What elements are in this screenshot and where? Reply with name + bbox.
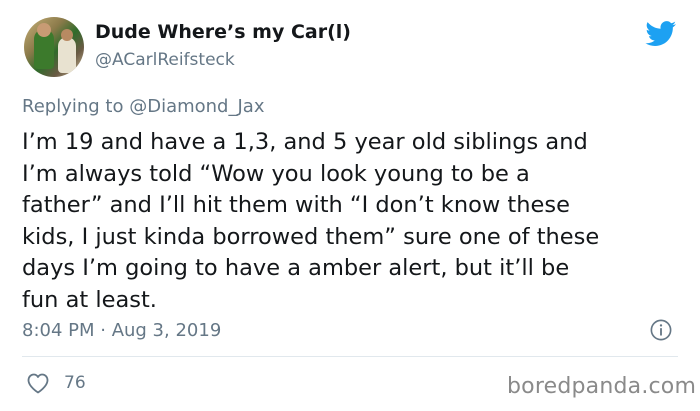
avatar[interactable] <box>24 17 84 77</box>
tweet-text-line: days I’m going to have a amber alert, bu… <box>22 255 570 281</box>
replying-to: Replying to @Diamond_Jax <box>22 96 264 117</box>
tweet-text-line: kids, I just kinda borrowed them” sure o… <box>22 223 600 250</box>
user-handle[interactable]: @ACarlReifsteck <box>95 50 235 70</box>
like-count: 76 <box>64 373 86 393</box>
reply-mention-link[interactable]: @Diamond_Jax <box>129 96 264 117</box>
twitter-bird-icon[interactable] <box>645 21 677 47</box>
avatar-figure-head <box>61 29 73 41</box>
tweet-text-line: I’m always told “Wow you look young to b… <box>22 160 530 187</box>
replying-to-prefix: Replying to <box>22 96 130 117</box>
watermark: boredpanda.com <box>507 374 697 399</box>
divider <box>22 356 678 357</box>
tweet-timestamp[interactable]: 8:04 PM · Aug 3, 2019 <box>22 320 221 341</box>
display-name[interactable]: Dude Where’s my Car(l) <box>95 21 351 43</box>
tweet-text: I’m 19 and have a 1,3, and 5 year old si… <box>22 127 687 316</box>
tweet-text-line: fun at least. <box>22 286 157 313</box>
avatar-figure <box>58 37 76 73</box>
info-icon[interactable] <box>650 319 672 341</box>
tweet-text-line: father” and I’ll hit them with “I don’t … <box>22 192 570 218</box>
tweet-text-line: I’m 19 and have a 1,3, and 5 year old si… <box>22 129 588 155</box>
heart-icon[interactable] <box>26 372 50 394</box>
avatar-figure-head <box>37 23 51 37</box>
